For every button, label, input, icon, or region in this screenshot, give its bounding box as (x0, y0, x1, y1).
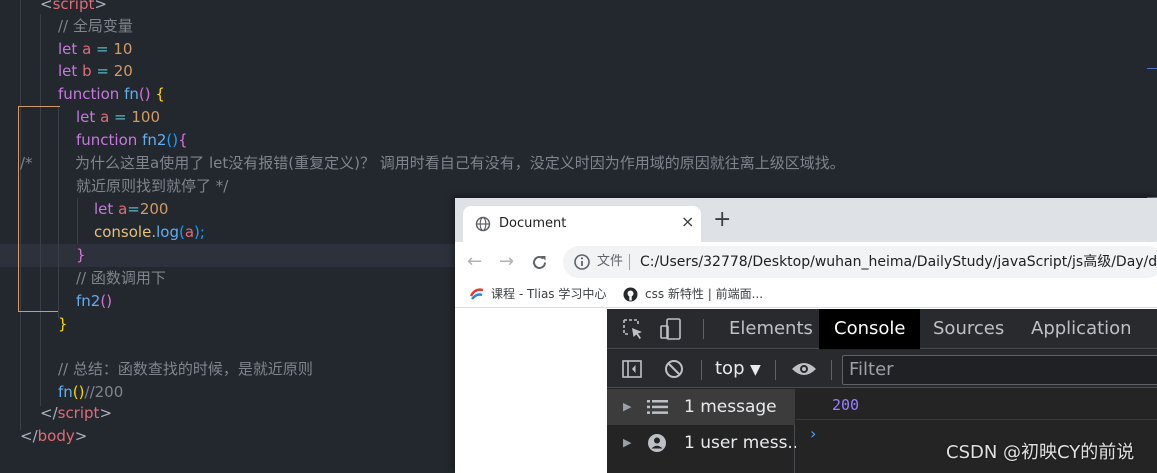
expand-icon[interactable]: ▶ (623, 425, 631, 461)
code-line: console.log(a); (94, 223, 205, 241)
bookmarks-bar: 课程 - Tlias 学习中心 css 新特性 | 前端面... (455, 282, 1157, 308)
sidebar-item-messages[interactable]: ▶ 1 message (607, 389, 795, 425)
bracket-pair-guide (18, 311, 58, 312)
code-line: <script> (40, 0, 107, 13)
clear-console-icon[interactable] (663, 358, 685, 380)
url-scheme-label: 文件 (597, 254, 624, 269)
code-line: let a=200 (94, 200, 169, 218)
filter-input[interactable]: Filter (842, 355, 1157, 385)
user-icon (648, 434, 666, 452)
forward-icon[interactable]: → (499, 250, 514, 274)
divider (775, 360, 776, 380)
code-line: let a = 10 (58, 40, 133, 58)
browser-tab[interactable]: Document × (463, 206, 701, 242)
tab-strip: Document × + (455, 198, 1157, 242)
code-line: // 总结：函数查找的时候，是就近原则 (58, 360, 313, 378)
globe-icon (475, 216, 491, 232)
divider (703, 319, 704, 339)
tlias-logo-icon (469, 288, 484, 300)
indent-guide (77, 198, 78, 244)
code-line: } (76, 246, 86, 264)
device-toolbar-icon[interactable] (659, 317, 685, 341)
sidebar-toggle-icon[interactable] (621, 358, 643, 380)
inspect-element-icon[interactable] (621, 317, 645, 341)
reload-icon[interactable] (531, 254, 548, 271)
close-icon[interactable]: × (681, 212, 694, 232)
divider (796, 419, 1157, 420)
divider (831, 360, 832, 380)
code-line: </body> (20, 427, 88, 445)
divider (701, 360, 702, 380)
code-line: // 函数调用下 (76, 269, 166, 287)
console-sidebar: ▶ 1 message ▶ 1 user mess... (607, 389, 804, 473)
console-toolbar: top ▼ Filter (607, 350, 1157, 388)
info-icon[interactable] (573, 253, 591, 271)
code-line: fn()//200 (58, 383, 124, 401)
code-line: function fn() { (58, 85, 165, 103)
sidebar-item-user-messages[interactable]: ▶ 1 user mess... (607, 425, 804, 461)
code-line: /* 为什么这里a使用了 let没有报错(重复定义)？ 调用时看自己有没有，没定义… (20, 154, 845, 172)
code-line: fn2() (76, 292, 113, 310)
list-icon (647, 400, 668, 414)
code-line: // 全局变量 (58, 17, 133, 35)
chevron-down-icon[interactable]: ▼ (750, 359, 761, 381)
code-line: let a = 100 (76, 108, 161, 126)
back-icon[interactable]: ← (467, 250, 482, 274)
browser-window: Document × + ← → 文件 C:/Users/32778/Deskt… (455, 198, 1157, 473)
code-line: } (58, 315, 68, 333)
tab-sources[interactable]: Sources (918, 309, 1019, 349)
indent-guide (20, 0, 21, 430)
bracket-pair-guide (18, 106, 19, 312)
eye-icon[interactable] (791, 360, 817, 378)
address-bar[interactable]: 文件 C:/Users/32778/Desktop/wuhan_heima/Da… (563, 246, 1157, 278)
scrollbar-marker (1147, 68, 1157, 69)
code-line: let b = 20 (58, 62, 133, 80)
tab-console[interactable]: Console (819, 309, 921, 349)
context-selector[interactable]: top (715, 358, 745, 380)
browser-toolbar: ← → 文件 C:/Users/32778/Desktop/wuhan_heim… (455, 242, 1157, 282)
tab-elements[interactable]: Elements (714, 309, 828, 349)
divider (629, 254, 630, 270)
indent-guide (40, 14, 41, 406)
tab-application[interactable]: Application (1016, 309, 1147, 349)
tab-title: Document (499, 216, 567, 231)
indent-guide (58, 106, 59, 318)
expand-icon[interactable]: ▶ (623, 389, 631, 425)
bracket-pair-guide (18, 106, 60, 107)
console-log-value: 200 (832, 396, 860, 414)
new-tab-button[interactable]: + (713, 208, 731, 232)
devtools-tab-bar: Elements Console Sources Application (607, 309, 1157, 349)
code-line: function fn2(){ (76, 131, 188, 149)
code-line: 就近原则找到就停了 */ (76, 177, 229, 195)
url-text[interactable]: C:/Users/32778/Desktop/wuhan_heima/Daily… (640, 251, 1157, 273)
code-line: </script> (40, 404, 113, 422)
console-prompt[interactable]: › (810, 423, 816, 445)
watermark: CSDN @初映CY的前说 (946, 442, 1135, 463)
github-icon (623, 287, 638, 302)
